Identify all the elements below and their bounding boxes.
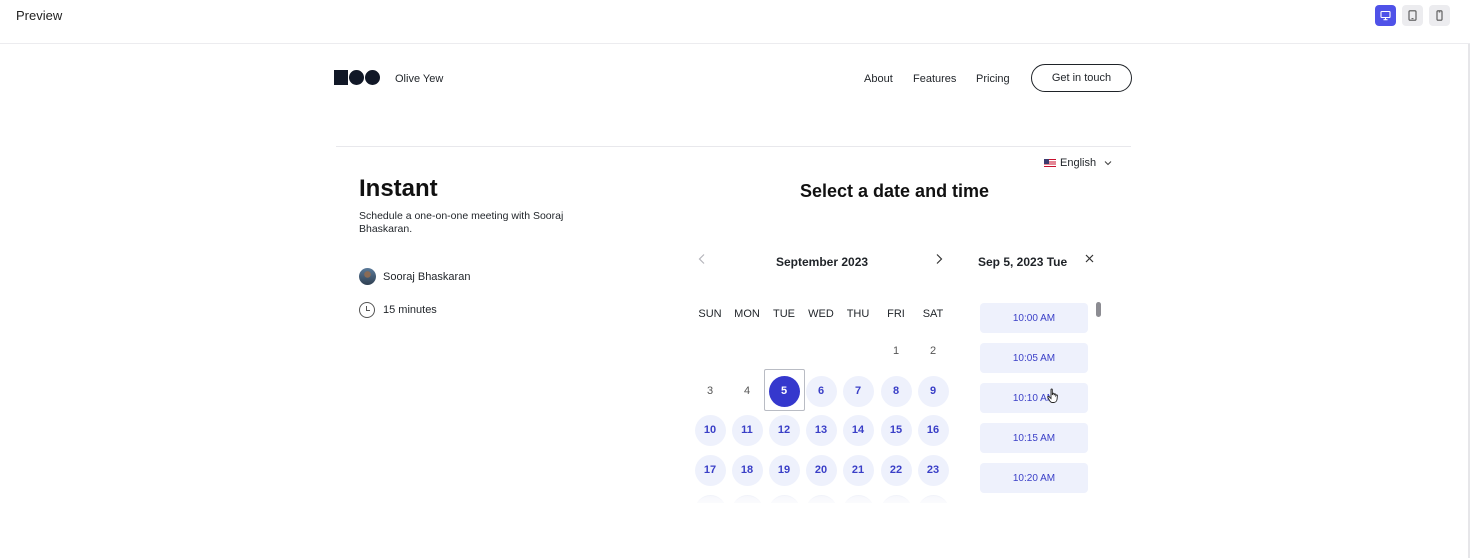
- calendar-day-21[interactable]: 21: [842, 454, 874, 486]
- nav-link-pricing[interactable]: Pricing: [976, 72, 1010, 86]
- calendar-day-2: 2: [929, 344, 937, 357]
- desktop-icon: [1380, 10, 1391, 21]
- calendar-day-11[interactable]: 11: [731, 414, 763, 446]
- avatar: [359, 268, 376, 285]
- calendar-scroll-fade: [690, 494, 960, 510]
- calendar-day-7[interactable]: 7: [842, 375, 874, 407]
- calendar-day-23[interactable]: 23: [917, 454, 949, 486]
- meeting-title: Instant: [359, 175, 438, 202]
- device-switcher: [1375, 5, 1450, 26]
- calendar-day-12[interactable]: 12: [768, 414, 800, 446]
- host-info: Sooraj Bhaskaran: [359, 268, 470, 285]
- slots-scrollbar[interactable]: [1096, 302, 1101, 317]
- weekday-header-thu: THU: [846, 308, 870, 320]
- us-flag-icon: [1044, 159, 1056, 167]
- duration-label: 15 minutes: [383, 304, 437, 316]
- weekday-header-sun: SUN: [698, 308, 722, 320]
- brand-name[interactable]: Olive Yew: [395, 72, 443, 86]
- clock-icon: [359, 302, 375, 318]
- calendar-day-14[interactable]: 14: [842, 414, 874, 446]
- calendar-day-8[interactable]: 8: [880, 375, 912, 407]
- meeting-duration: 15 minutes: [359, 302, 437, 318]
- mobile-icon: [1436, 10, 1443, 21]
- language-label: English: [1060, 157, 1097, 169]
- calendar-day-3: 3: [706, 384, 714, 397]
- weekday-header-tue: TUE: [773, 308, 795, 320]
- nav-link-about[interactable]: About: [864, 72, 893, 86]
- calendar-day-9[interactable]: 9: [917, 375, 949, 407]
- logo-square-shape: [334, 70, 348, 85]
- meeting-description: Schedule a one-on-one meeting with Soora…: [359, 210, 564, 235]
- calendar-day-10[interactable]: 10: [694, 414, 726, 446]
- site-logo[interactable]: [334, 70, 380, 85]
- calendar-day-5[interactable]: 5: [768, 375, 800, 407]
- header-divider: [336, 146, 1131, 147]
- calendar-day-16[interactable]: 16: [917, 414, 949, 446]
- weekday-header-wed: WED: [808, 308, 834, 320]
- time-slot-button[interactable]: 10:20 AM: [980, 463, 1088, 493]
- desktop-view-button[interactable]: [1375, 5, 1396, 26]
- calendar-day-6[interactable]: 6: [805, 375, 837, 407]
- weekday-header-sat: SAT: [922, 308, 944, 320]
- nav-link-features[interactable]: Features: [913, 72, 956, 86]
- selected-date-label: Sep 5, 2023 Tue: [978, 255, 1068, 269]
- calendar-day-17[interactable]: 17: [694, 454, 726, 486]
- chevron-left-icon: [698, 254, 705, 264]
- chevron-down-icon: [1104, 156, 1112, 170]
- close-icon: [1085, 254, 1094, 263]
- calendar-day-15[interactable]: 15: [880, 414, 912, 446]
- mobile-view-button[interactable]: [1429, 5, 1450, 26]
- select-date-heading: Select a date and time: [800, 181, 990, 201]
- language-selector[interactable]: English: [1044, 156, 1112, 170]
- preview-title: Preview: [16, 8, 63, 23]
- calendar-day-20[interactable]: 20: [805, 454, 837, 486]
- weekday-header-mon: MON: [734, 308, 760, 320]
- close-slots-button[interactable]: [1084, 253, 1095, 267]
- get-in-touch-button[interactable]: Get in touch: [1031, 64, 1132, 92]
- previous-month-button[interactable]: [697, 253, 707, 268]
- time-slot-button[interactable]: 10:10 AM: [980, 383, 1088, 413]
- time-slot-button[interactable]: 10:15 AM: [980, 423, 1088, 453]
- time-slot-button[interactable]: 10:00 AM: [980, 303, 1088, 333]
- calendar-day-13[interactable]: 13: [805, 414, 837, 446]
- next-month-button[interactable]: [934, 253, 944, 268]
- logo-circle-shape: [349, 70, 364, 85]
- chevron-right-icon: [936, 254, 943, 264]
- weekday-header-fri: FRI: [887, 308, 905, 320]
- logo-circle-shape: [365, 70, 380, 85]
- hand-pointer-cursor-icon: [1046, 388, 1060, 409]
- calendar-month-label: September 2023: [776, 255, 869, 269]
- calendar-day-19[interactable]: 19: [768, 454, 800, 486]
- tablet-icon: [1408, 10, 1417, 21]
- time-slot-button[interactable]: 10:05 AM: [980, 343, 1088, 373]
- calendar-day-22[interactable]: 22: [880, 454, 912, 486]
- tablet-view-button[interactable]: [1402, 5, 1423, 26]
- calendar-day-18[interactable]: 18: [731, 454, 763, 486]
- calendar-day-1: 1: [892, 344, 900, 357]
- preview-toolbar: Preview: [0, 0, 1470, 44]
- host-name: Sooraj Bhaskaran: [383, 270, 471, 283]
- calendar-day-4: 4: [743, 384, 751, 397]
